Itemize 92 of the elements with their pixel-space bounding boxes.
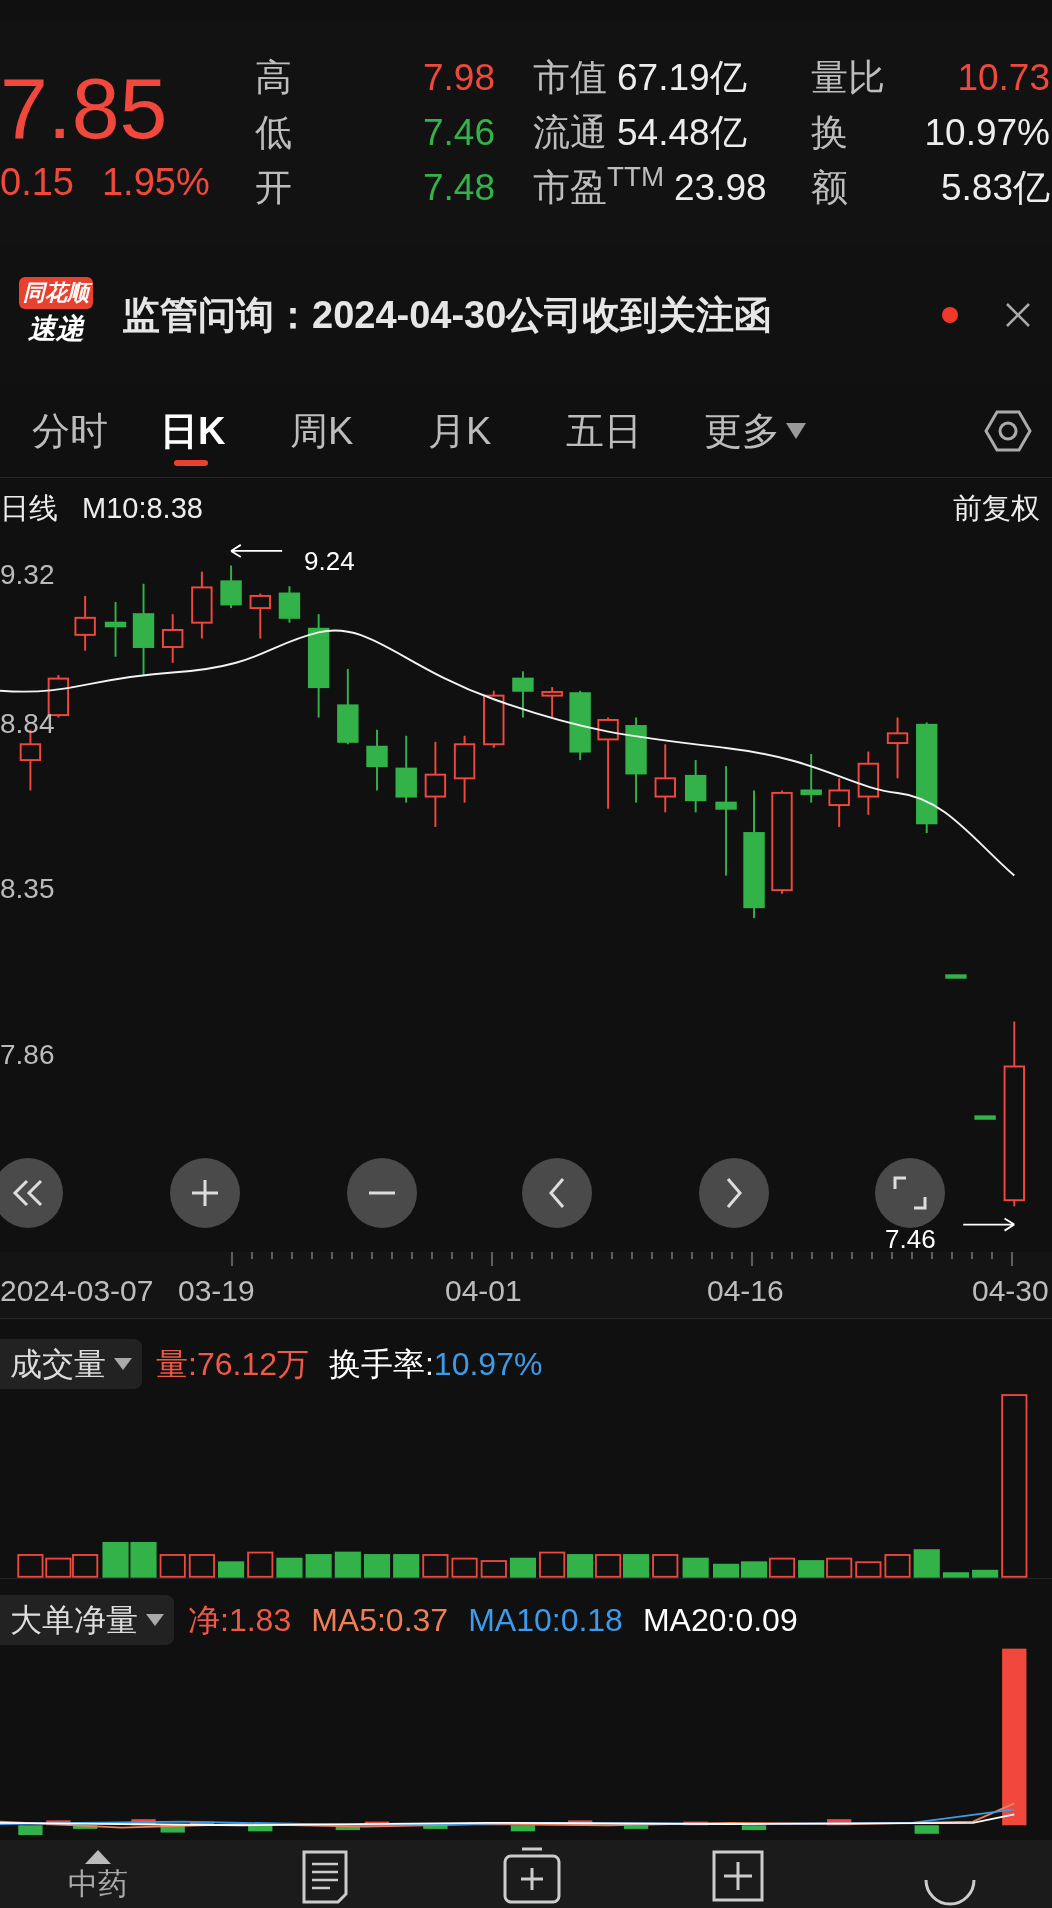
plus-icon xyxy=(190,1178,220,1208)
chart-tab[interactable]: 更多 xyxy=(682,396,820,466)
settings-icon[interactable] xyxy=(984,409,1032,453)
chart-tab[interactable]: 五日 xyxy=(544,396,682,466)
chart-tab[interactable]: 周K xyxy=(268,396,406,466)
candle xyxy=(886,716,909,780)
note-icon[interactable] xyxy=(300,1848,350,1904)
candle xyxy=(104,601,127,658)
last-price: 7.85 xyxy=(0,64,169,151)
period-label: 日线 xyxy=(0,491,58,527)
high-price-marker: 9.24 xyxy=(304,545,355,578)
price-axis-label: 7.86 xyxy=(0,1038,55,1072)
candle xyxy=(512,670,534,719)
indicator-dropdown[interactable]: 大单净量 xyxy=(0,1595,174,1645)
expand-icon[interactable] xyxy=(84,1850,111,1864)
candle xyxy=(483,689,505,749)
stat-value: 7.98 xyxy=(423,59,495,96)
stat-value: 7.48 xyxy=(423,169,495,206)
volume-reading: 量:76.12万 xyxy=(156,1345,309,1384)
stat-label: 市盈$^{TTM}$ xyxy=(533,169,665,206)
stat-label: 高 xyxy=(255,59,292,96)
chevron-right-icon xyxy=(725,1177,743,1209)
candle xyxy=(684,759,707,814)
add-item-icon[interactable] xyxy=(502,1846,562,1906)
stat-label: 流通 xyxy=(533,114,607,151)
candle xyxy=(800,753,822,804)
stat-label: 低 xyxy=(255,114,292,151)
candle xyxy=(857,750,880,816)
volume-reading: 换手率: xyxy=(328,1345,434,1384)
rewind-button[interactable] xyxy=(0,1158,63,1228)
stat-label: 换 xyxy=(811,114,848,151)
price-change: 0.15 xyxy=(0,162,74,201)
candle xyxy=(249,592,271,640)
nav-label[interactable]: 中药 xyxy=(67,1864,128,1904)
date-label: 03-19 xyxy=(178,1273,255,1309)
stat-value: 5.83亿 xyxy=(941,169,1050,206)
stat-value: 10.97% xyxy=(924,114,1050,151)
chart-tab[interactable]: 分时 xyxy=(10,396,130,466)
stat-label: 额 xyxy=(811,169,848,206)
arrow xyxy=(962,1217,1016,1232)
candle xyxy=(278,585,301,624)
chevron-left-icon xyxy=(548,1177,566,1209)
stat-label: 市值 xyxy=(533,59,607,96)
news-headline[interactable]: 监管问询：2024-04-30公司收到关注函 xyxy=(122,286,920,344)
stat-label: 量比 xyxy=(811,59,885,96)
low-price-marker: 7.46 xyxy=(885,1226,936,1252)
stat-value: 7.46 xyxy=(423,114,495,151)
net-reading: MA10:0.18 xyxy=(468,1601,623,1640)
chart-tab[interactable]: 日K xyxy=(130,396,268,466)
adjust-mode[interactable]: 前复权 xyxy=(953,487,1040,531)
candle xyxy=(366,728,388,792)
arrow xyxy=(230,543,284,558)
candle xyxy=(220,564,242,610)
change-percent: 1.95% xyxy=(101,162,210,201)
candle xyxy=(162,613,184,664)
candle xyxy=(541,686,563,719)
candle xyxy=(453,734,476,804)
candle xyxy=(974,1115,996,1120)
date-label: 2024-03-07 xyxy=(0,1273,154,1309)
double-chevron-left-icon xyxy=(11,1178,45,1208)
corners-icon xyxy=(892,1175,928,1211)
news-logo: 同花顺 速递 xyxy=(12,277,100,353)
candle xyxy=(74,594,96,652)
caret-icon xyxy=(114,1358,132,1370)
date-label: 04-30 xyxy=(972,1273,1049,1309)
date-label: 04-16 xyxy=(707,1273,784,1309)
net-reading: 净:1.83 xyxy=(188,1601,292,1640)
stat-value: 54.48亿 xyxy=(617,114,747,151)
ma-reading: M10:8.38 xyxy=(82,491,203,527)
stat-label: 开 xyxy=(255,169,292,206)
caret-icon xyxy=(146,1614,164,1626)
candle xyxy=(191,570,213,640)
volume-reading: 10.97% xyxy=(433,1345,543,1384)
stat-value: 23.98 xyxy=(674,169,767,206)
price-axis-label: 8.35 xyxy=(0,872,55,906)
candle xyxy=(945,974,967,979)
net-reading: MA20:0.09 xyxy=(642,1601,798,1640)
add-icon[interactable] xyxy=(712,1850,764,1902)
candle xyxy=(395,734,417,804)
indicator-dropdown[interactable]: 成交量 xyxy=(0,1339,142,1389)
stat-value: 10.73 xyxy=(957,59,1050,96)
candle xyxy=(654,743,676,814)
date-label: 04-01 xyxy=(445,1273,522,1309)
close-icon[interactable] xyxy=(1004,301,1032,329)
stat-value: 67.19亿 xyxy=(617,59,747,96)
price-axis-label: 9.32 xyxy=(0,558,55,592)
price-axis-label: 8.84 xyxy=(0,707,55,741)
minus-icon xyxy=(367,1190,397,1196)
candle xyxy=(828,777,850,828)
chart-tab[interactable]: 月K xyxy=(406,396,544,466)
caret-icon xyxy=(786,423,806,439)
net-reading: MA5:0.37 xyxy=(311,1601,449,1640)
